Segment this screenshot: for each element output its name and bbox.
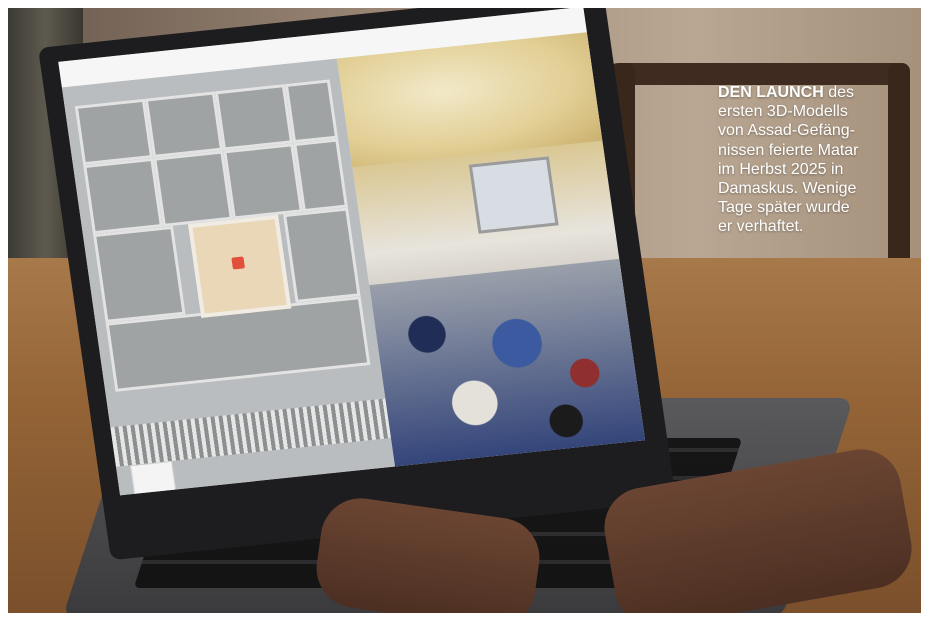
window: [468, 156, 559, 234]
perimeter-railing: [110, 398, 392, 467]
caption-line-4: nissen feierte Matar: [718, 141, 859, 159]
caption-line-3: von Assad-Gefäng-: [718, 122, 855, 140]
pile-of-clothes: [369, 258, 646, 467]
caption-line-2: ersten 3D-Modells: [718, 103, 848, 121]
caption-line-7: Tage später wurde: [718, 199, 850, 217]
room-cell: [83, 157, 163, 235]
room-cell: [223, 143, 303, 220]
room-cell: [214, 84, 294, 151]
caption-line-1: DEN LAUNCH des: [718, 83, 918, 102]
photo-caption: DEN LAUNCH des ersten 3D-Modells von Ass…: [718, 83, 918, 237]
caption-line-6: Damaskus. Wenige: [718, 180, 857, 198]
room-cell: [74, 98, 154, 166]
room-cell: [282, 207, 361, 303]
info-panel-thumbnail[interactable]: [130, 460, 177, 495]
caption-line-5: im Herbst 2025 in: [718, 160, 844, 178]
room-cell: [92, 225, 186, 323]
caption-text: des: [823, 84, 855, 101]
laptop-screen: [58, 8, 646, 496]
caption-line-8: er verhaftet.: [718, 218, 804, 236]
room-cell: [284, 79, 339, 144]
3d-prison-model-view[interactable]: [61, 58, 396, 496]
room-cell: [144, 91, 224, 158]
room-cell: [153, 150, 233, 227]
location-marker[interactable]: [231, 256, 246, 270]
caption-lead: DEN LAUNCH: [718, 84, 824, 101]
room-cell: [293, 138, 348, 213]
laptop-lid: [38, 8, 677, 561]
chair-backrest: [608, 63, 908, 85]
